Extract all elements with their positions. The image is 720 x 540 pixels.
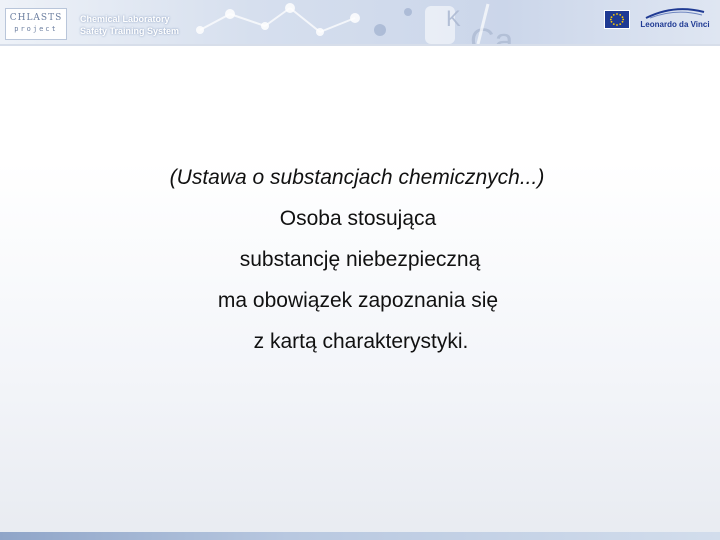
slide-line-5: z kartą charakterystyki.: [253, 330, 469, 353]
slide-line-1: (Ustawa o substancjach chemicznych...): [169, 166, 545, 189]
leonardo-da-vinci-logo: Leonardo da Vinci: [640, 6, 710, 36]
partner-label: Leonardo da Vinci: [640, 20, 710, 29]
slide-line-4: ma obowiązek zapoznania się: [217, 289, 499, 312]
system-title-line1: Chemical Laboratory: [80, 14, 170, 24]
molecule-decoration: K Ca: [196, 3, 514, 44]
system-title: Chemical Laboratory Safety Training Syst…: [80, 13, 179, 37]
logo-sub-text: project: [14, 25, 58, 33]
svg-text:Ca: Ca: [470, 22, 514, 44]
header-divider: [0, 44, 720, 46]
eu-flag-icon: [604, 10, 630, 29]
slide-content: (Ustawa o substancjach chemicznych...) O…: [0, 166, 720, 354]
svg-text:K: K: [446, 6, 461, 31]
slide-line-2: Osoba stosująca: [279, 207, 437, 230]
swoosh-icon: [645, 8, 705, 19]
header-banner: K Ca CHLASTS project Chemical Laboratory…: [0, 0, 720, 44]
slide-line-3: substancję niebezpieczną: [239, 248, 481, 271]
system-title-line2: Safety Training System: [80, 26, 180, 36]
footer-bar: [0, 532, 720, 540]
eu-stars: [609, 13, 625, 26]
logo-main-text: CHLASTS: [9, 13, 63, 23]
chlasts-logo: CHLASTS project: [5, 8, 67, 40]
